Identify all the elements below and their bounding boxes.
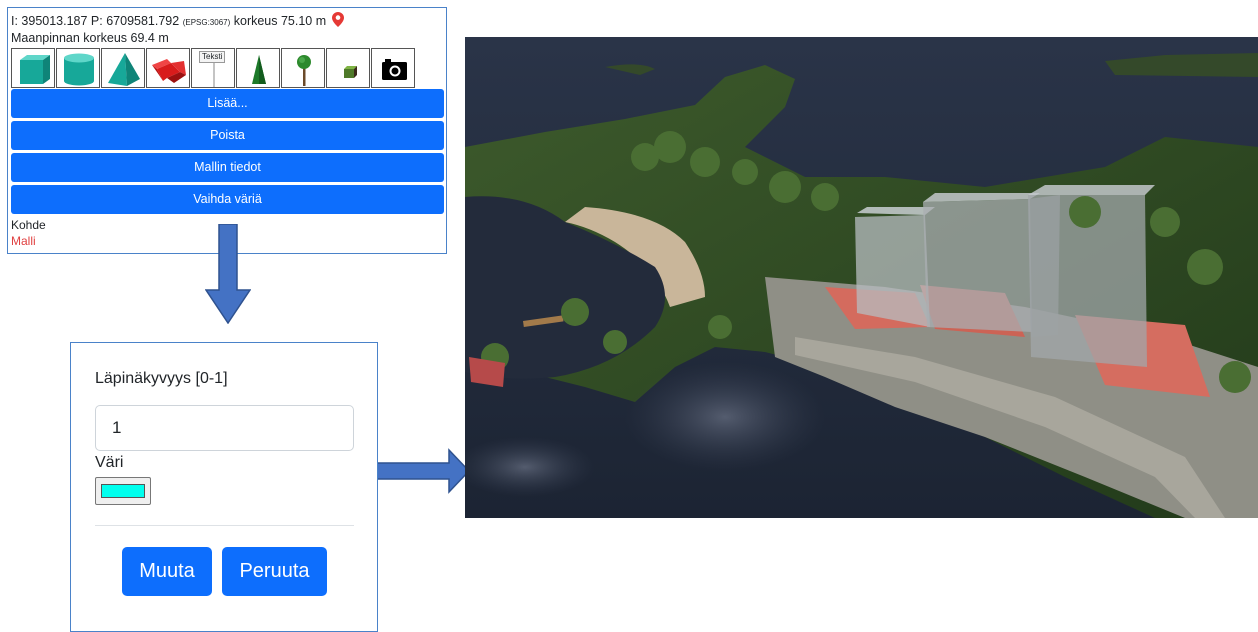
target-value: Malli xyxy=(11,234,36,248)
3d-scene-view[interactable] xyxy=(465,37,1258,518)
cone-tree-icon xyxy=(252,55,266,84)
down-arrow-icon xyxy=(205,224,251,324)
box-icon xyxy=(344,66,357,78)
add-cylinder-button[interactable] xyxy=(56,48,100,88)
dialog-divider xyxy=(95,525,354,526)
remove-button[interactable]: Poista xyxy=(11,121,444,150)
right-arrow-icon xyxy=(370,448,470,494)
opacity-label: Läpinäkyvyys [0-1] xyxy=(95,370,228,387)
add-cube-button[interactable] xyxy=(11,48,55,88)
coordinate-readout: I: 395013.187 P: 6709581.792 (EPSG:3067)… xyxy=(11,12,344,28)
color-picker-button[interactable] xyxy=(95,477,151,505)
add-round-tree-button[interactable] xyxy=(281,48,325,88)
cancel-button[interactable]: Peruuta xyxy=(222,547,327,596)
change-color-button[interactable]: Vaihda väriä xyxy=(11,185,444,214)
cylinder-icon xyxy=(64,53,94,86)
ground-height-readout: Maanpinnan korkeus 69.4 m xyxy=(11,31,169,45)
epsg-code: (EPSG:3067) xyxy=(182,18,231,27)
text-label-icon xyxy=(213,63,215,87)
freeform-shape-icon xyxy=(152,59,186,83)
color-label: Väri xyxy=(95,454,124,471)
shape-toolbar: Teksti xyxy=(11,48,416,88)
add-more-button[interactable]: Lisää... xyxy=(11,89,444,118)
add-freeform-button[interactable] xyxy=(146,48,190,88)
model-tool-panel: I: 395013.187 P: 6709581.792 (EPSG:3067)… xyxy=(7,7,447,254)
cube-icon xyxy=(20,55,50,84)
add-cone-tree-button[interactable] xyxy=(236,48,280,88)
coordinate-values: I: 395013.187 P: 6709581.792 xyxy=(11,14,183,28)
opacity-color-dialog: Läpinäkyvyys [0-1] Väri Muuta Peruuta xyxy=(70,342,378,632)
apply-button[interactable]: Muuta xyxy=(122,547,212,596)
opacity-input[interactable] xyxy=(95,405,354,451)
water-reflection xyxy=(625,362,825,472)
color-swatch xyxy=(101,484,145,498)
target-label: Kohde xyxy=(11,218,46,232)
add-pyramid-button[interactable] xyxy=(101,48,145,88)
screenshot-button[interactable] xyxy=(371,48,415,88)
map-pin-icon[interactable] xyxy=(331,12,344,27)
height-value: korkeus 75.10 m xyxy=(230,14,327,28)
pyramid-icon xyxy=(108,53,140,86)
camera-icon xyxy=(382,59,407,80)
add-text-button[interactable]: Teksti xyxy=(191,48,235,88)
model-info-button[interactable]: Mallin tiedot xyxy=(11,153,444,182)
add-box-button[interactable] xyxy=(326,48,370,88)
round-tree-icon xyxy=(297,55,311,86)
